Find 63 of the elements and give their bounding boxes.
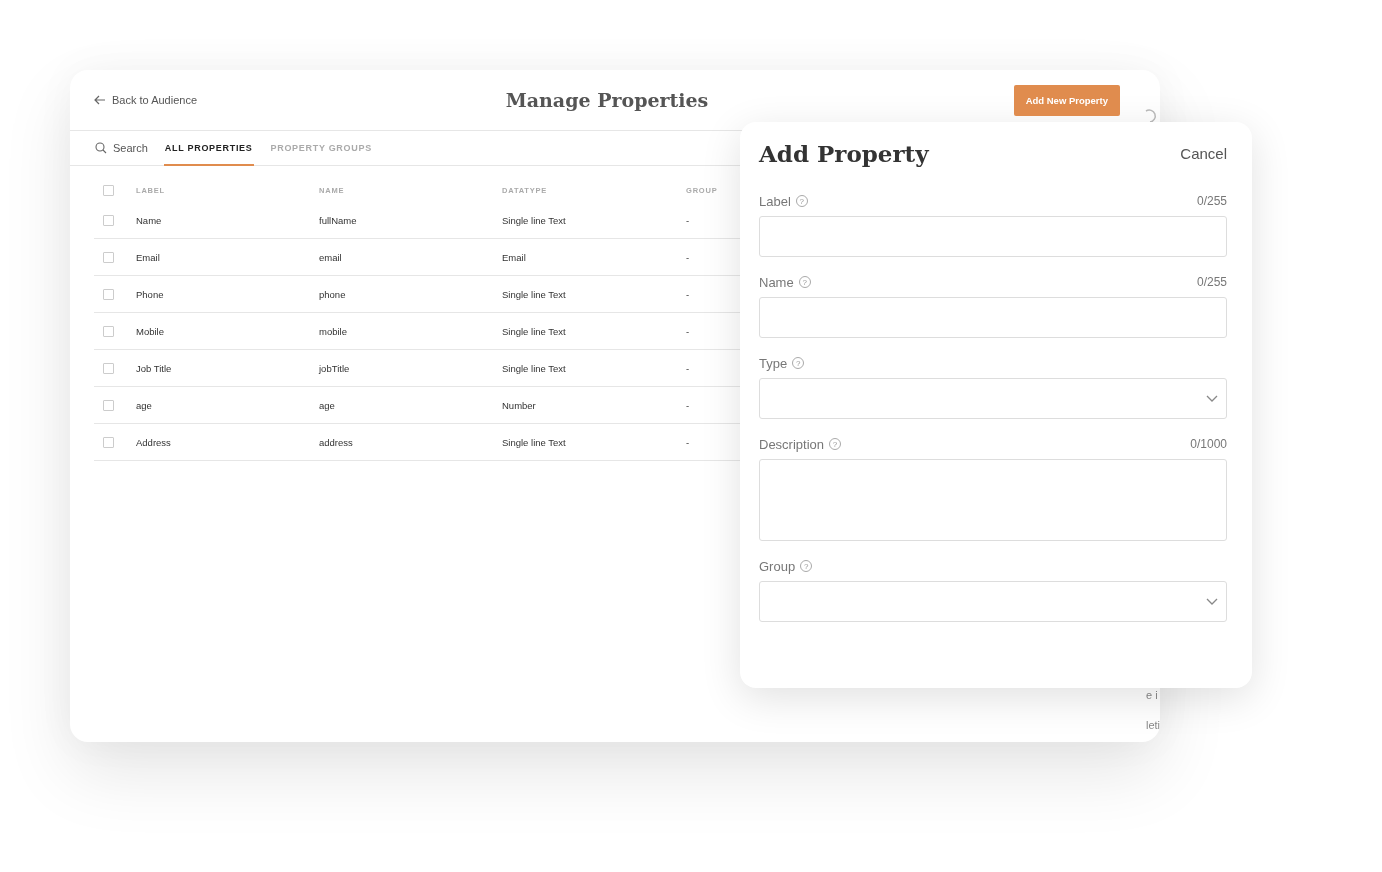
table-cell: mobile [319,325,347,337]
row-checkbox[interactable] [103,399,114,411]
field-label: Type [759,355,788,371]
table-cell: Address [136,436,171,448]
field-label: Name [759,274,794,290]
table-cell: Single line Text [502,362,566,374]
table-cell: - [686,214,690,226]
table-cell: jobTitle [319,362,350,374]
table-cell: - [686,436,690,448]
select-field[interactable] [759,378,1227,419]
row-checkbox[interactable] [103,436,114,448]
table-cell: - [686,325,690,337]
tab[interactable]: PROPERTY GROUPS [269,131,373,166]
dialog-title: Add Property [759,139,929,167]
table-cell: Mobile [136,325,164,337]
table-cell: Name [136,214,162,226]
text-area[interactable] [759,459,1227,541]
table-cell: - [686,251,690,263]
select-field[interactable] [759,581,1227,622]
table-cell: Email [136,251,160,263]
row-checkbox[interactable] [103,362,114,374]
chevron-down-icon [1206,394,1218,403]
table-cell: - [686,362,690,374]
field-label: Description [759,436,825,452]
row-checkbox[interactable] [103,325,114,337]
tab[interactable]: ALL PROPERTIES [163,131,254,166]
table-cell: - [686,288,690,300]
search-label[interactable]: Search [113,142,148,154]
table-cell: fullName [319,214,357,226]
text-field[interactable] [759,297,1227,338]
table-cell: Phone [136,288,164,300]
table-cell: Single line Text [502,325,566,337]
text-field[interactable] [759,216,1227,257]
cancel-button[interactable]: Cancel [1180,144,1227,162]
table-cell: age [136,399,152,411]
partial-text: leti [1146,719,1160,731]
back-link[interactable]: Back to Audience [94,94,197,106]
character-counter: 0/255 [1196,194,1227,208]
page-title: Manage Properties [505,89,709,111]
table-cell: Single line Text [502,436,566,448]
character-counter: 0/255 [1196,275,1227,289]
character-counter: 0/1000 [1190,437,1227,451]
chevron-down-icon [1206,597,1218,606]
field-label: Group [759,558,796,574]
table-cell: phone [319,288,346,300]
row-checkbox[interactable] [103,288,114,300]
table-cell: Number [502,399,536,411]
table-cell: age [319,399,335,411]
arrow-left-icon [94,95,106,105]
row-checkbox[interactable] [103,251,114,263]
partial-text: e i [1146,689,1158,701]
table-cell: Job Title [136,362,172,374]
search-icon [95,142,107,154]
add-property-button[interactable]: Add New Property [1013,84,1120,116]
table-cell: - [686,399,690,411]
table-cell: Email [502,251,526,263]
table-cell: email [319,251,342,263]
row-checkbox[interactable] [103,214,114,226]
table-cell: Single line Text [502,214,566,226]
table-cell: address [319,436,353,448]
table-cell: Single line Text [502,288,566,300]
select-all-checkbox[interactable] [103,184,114,196]
field-label: Label [759,193,791,209]
